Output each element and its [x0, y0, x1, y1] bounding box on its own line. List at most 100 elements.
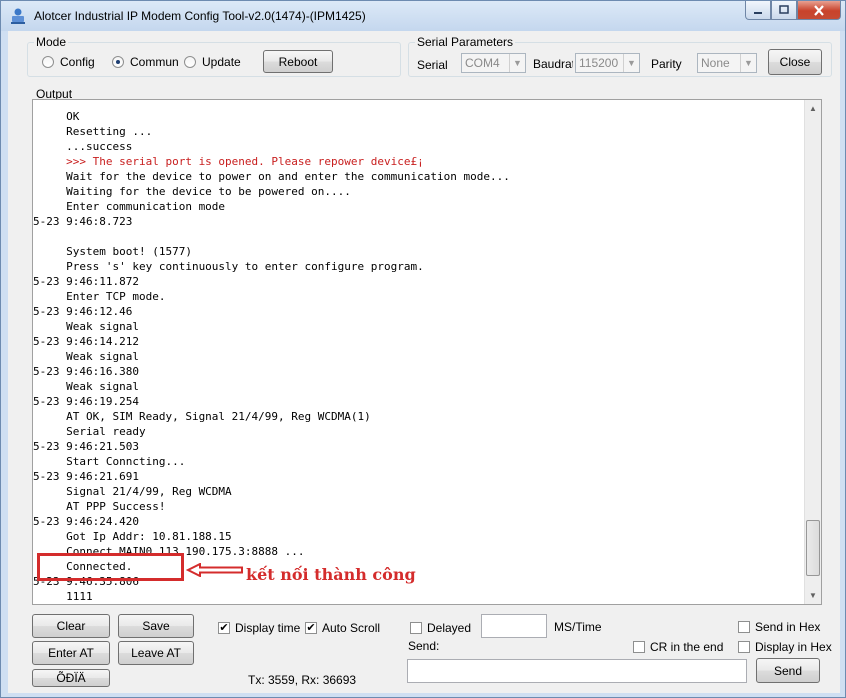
output-line: ...success [33, 140, 133, 153]
window-title: Alotcer Industrial IP Modem Config Tool-… [34, 9, 366, 23]
output-line: 5-23 9:46:11.872 [33, 275, 139, 288]
serial-port-value: COM4 [465, 56, 500, 70]
output-line: Enter TCP mode. [33, 290, 166, 303]
parity-label: Parity [651, 57, 682, 71]
chevron-down-icon: ▼ [509, 54, 525, 72]
send-in-hex-checkbox[interactable]: Send in Hex [738, 620, 820, 634]
output-line: Serial ready [33, 425, 146, 438]
minimize-button[interactable] [745, 1, 771, 20]
output-line: Weak signal [33, 350, 139, 363]
auto-scroll-check-icon: ✔ [305, 622, 317, 634]
mode-legend: Mode [36, 35, 67, 49]
app-window: Alotcer Industrial IP Modem Config Tool-… [0, 0, 846, 698]
close-icon [814, 4, 824, 16]
mode-commun-label: Commun [130, 55, 179, 69]
scroll-up-arrow-icon[interactable]: ▲ [805, 100, 821, 117]
delayed-check-icon [410, 622, 422, 634]
serial-port-select[interactable]: COM4 ▼ [461, 53, 526, 73]
mode-config-radio[interactable]: Config [42, 55, 95, 69]
scroll-thumb[interactable] [806, 520, 820, 576]
chevron-down-icon: ▼ [740, 54, 756, 72]
delayed-label: Delayed [427, 621, 472, 635]
send-in-hex-check-icon [738, 621, 750, 633]
title-bar[interactable]: Alotcer Industrial IP Modem Config Tool-… [1, 1, 845, 31]
output-line: Start Conncting... [33, 455, 186, 468]
clear-button[interactable]: Clear [32, 614, 110, 638]
save-button[interactable]: Save [118, 614, 194, 638]
output-line: 5-23 9:46:21.503 [33, 440, 139, 453]
serial-label: Serial [417, 58, 448, 72]
tx-rx-counters: Tx: 3559, Rx: 36693 [248, 673, 357, 687]
output-log: OK Resetting ... ...success >>> The seri… [33, 109, 510, 604]
baudrate-value: 115200 [579, 56, 619, 70]
auto-scroll-checkbox[interactable]: ✔ Auto Scroll [305, 621, 380, 635]
radio-circle-selected [112, 56, 124, 68]
ms-time-label: MS/Time [554, 620, 602, 634]
radio-circle [184, 56, 196, 68]
maximize-button[interactable] [771, 1, 797, 20]
serial-parameters-legend: Serial Parameters [417, 35, 514, 49]
enter-at-button[interactable]: Enter AT [32, 641, 110, 665]
display-in-hex-checkbox[interactable]: Display in Hex [738, 640, 832, 654]
output-line: 5-23 9:46:21.691 [33, 470, 139, 483]
connected-highlight-box [37, 553, 184, 581]
extra-button[interactable]: ÕÐÏÄ [32, 669, 110, 687]
output-text-area[interactable]: OK Resetting ... ...success >>> The seri… [32, 99, 822, 605]
output-line: OK [33, 110, 80, 123]
mode-config-label: Config [60, 55, 95, 69]
output-line: 5-23 9:46:14.212 [33, 335, 139, 348]
close-port-button[interactable]: Close [768, 49, 822, 75]
maximize-icon [779, 5, 789, 14]
parity-select[interactable]: None ▼ [697, 53, 757, 73]
cr-in-the-end-label: CR in the end [650, 640, 724, 654]
client-area: Mode Config Commun Update Reboot Serial … [8, 31, 840, 693]
output-line: Press 's' key continuously to enter conf… [33, 260, 424, 273]
output-line: 5-23 9:46:8.723 [33, 215, 133, 228]
display-time-label: Display time [235, 621, 301, 635]
output-line: 5-23 9:46:16.380 [33, 365, 139, 378]
baudrate-label: Baudrat [533, 57, 573, 71]
baudrate-select[interactable]: 115200 ▼ [575, 53, 640, 73]
parity-value: None [701, 56, 730, 70]
delay-ms-input[interactable] [481, 614, 547, 638]
output-line: Signal 21/4/99, Reg WCDMA [33, 485, 232, 498]
send-in-hex-label: Send in Hex [755, 620, 821, 634]
annotation-label: kết nối thành công [246, 565, 416, 584]
send-label: Send: [408, 639, 440, 653]
annotation-arrow-icon [186, 563, 243, 577]
output-line: Waiting for the device to be powered on.… [33, 185, 351, 198]
output-line: AT PPP Success! [33, 500, 166, 513]
output-line: Wait for the device to power on and ente… [33, 170, 510, 183]
output-line: Resetting ... [33, 125, 153, 138]
close-window-button[interactable] [797, 1, 841, 20]
leave-at-button[interactable]: Leave AT [118, 641, 194, 665]
mode-update-label: Update [202, 55, 241, 69]
reboot-button[interactable]: Reboot [263, 50, 333, 73]
output-line: 5-23 9:46:12.46 [33, 305, 133, 318]
cr-in-the-end-checkbox[interactable]: CR in the end [633, 640, 723, 654]
chevron-down-icon: ▼ [623, 54, 639, 72]
mode-update-radio[interactable]: Update [184, 55, 241, 69]
output-line: Got Ip Addr: 10.81.188.15 [33, 530, 232, 543]
output-line: Weak signal [33, 380, 139, 393]
output-line: System boot! (1577) [33, 245, 192, 258]
cr-check-icon [633, 641, 645, 653]
minimize-icon [754, 12, 762, 14]
app-icon [11, 8, 25, 24]
send-button[interactable]: Send [756, 658, 820, 683]
scroll-down-arrow-icon[interactable]: ▼ [805, 587, 821, 604]
output-line: 1111 [33, 590, 93, 603]
output-line: >>> The serial port is opened. Please re… [33, 155, 424, 168]
output-line: 5-23 9:46:19.254 [33, 395, 139, 408]
output-scrollbar[interactable]: ▲ ▼ [804, 100, 821, 604]
delayed-checkbox[interactable]: Delayed [410, 621, 471, 635]
display-time-check-icon: ✔ [218, 622, 230, 634]
display-time-checkbox[interactable]: ✔ Display time [218, 621, 300, 635]
radio-circle [42, 56, 54, 68]
display-in-hex-label: Display in Hex [755, 640, 832, 654]
output-line: 5-23 9:46:24.420 [33, 515, 139, 528]
send-input[interactable] [407, 659, 747, 683]
display-in-hex-check-icon [738, 641, 750, 653]
mode-commun-radio[interactable]: Commun [112, 55, 182, 69]
output-line: Weak signal [33, 320, 139, 333]
